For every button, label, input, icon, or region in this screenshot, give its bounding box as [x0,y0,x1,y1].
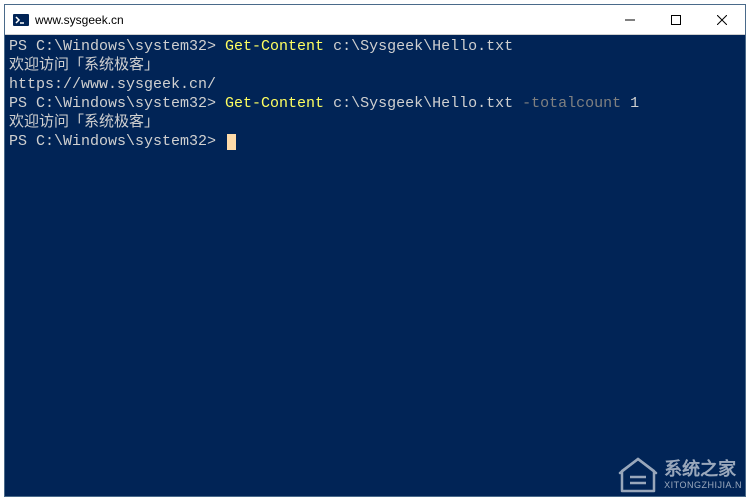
titlebar[interactable]: www.sysgeek.cn [5,5,745,35]
terminal-prompt-line: PS C:\Windows\system32> [9,132,741,151]
terminal-output-line: 欢迎访问「系统极客」 [9,56,741,75]
minimize-button[interactable] [607,5,653,34]
cursor [227,134,236,150]
close-button[interactable] [699,5,745,34]
terminal-output-line: https://www.sysgeek.cn/ [9,75,741,94]
powershell-icon [13,12,29,28]
terminal-output-line: 欢迎访问「系统极客」 [9,113,741,132]
window-controls [607,5,745,34]
terminal-prompt-line: PS C:\Windows\system32> Get-Content c:\S… [9,94,741,113]
maximize-button[interactable] [653,5,699,34]
powershell-window: www.sysgeek.cn PS C:\Windows\system32> G… [4,4,746,497]
terminal-area[interactable]: PS C:\Windows\system32> Get-Content c:\S… [5,35,745,496]
window-title: www.sysgeek.cn [35,13,607,27]
terminal-prompt-line: PS C:\Windows\system32> Get-Content c:\S… [9,37,741,56]
